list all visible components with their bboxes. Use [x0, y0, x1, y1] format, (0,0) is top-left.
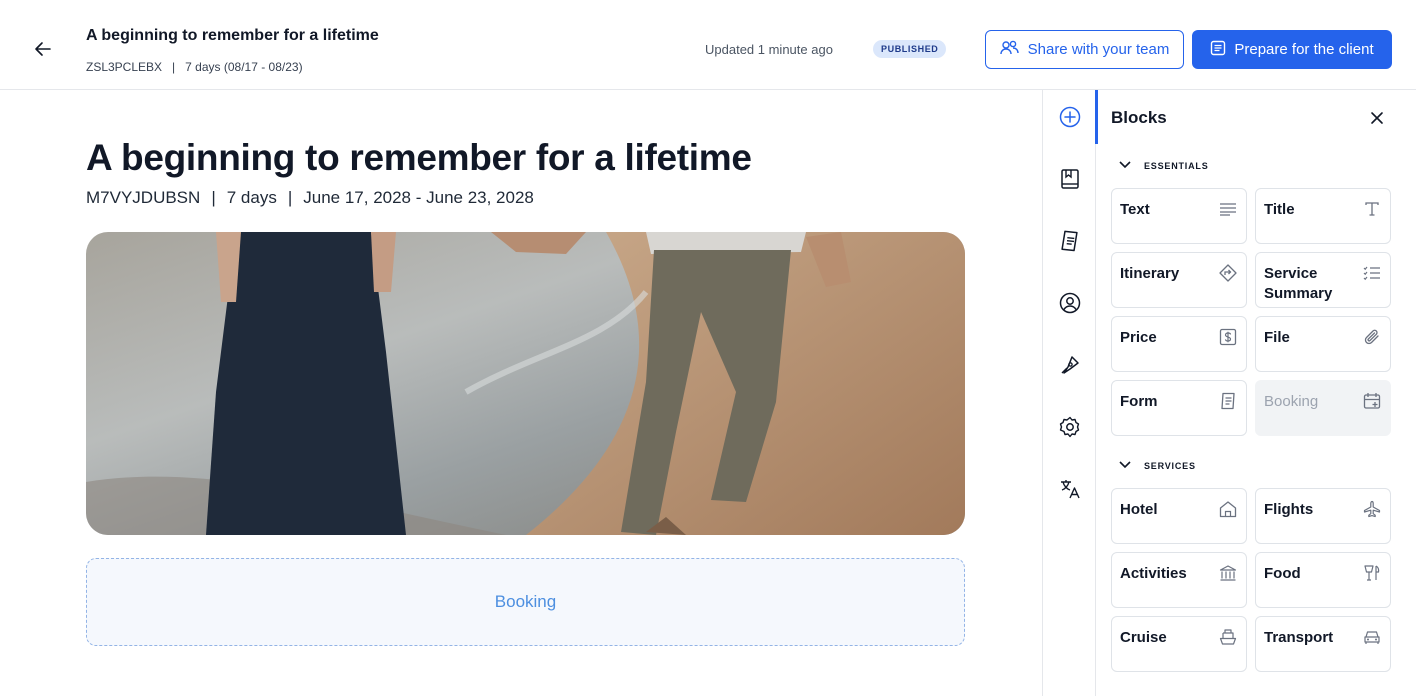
calendar-plus-icon	[1362, 391, 1382, 411]
paperclip-icon	[1362, 327, 1382, 347]
block-booking: Booking	[1255, 380, 1391, 436]
section-toggle-services[interactable]: SERVICES	[1118, 460, 1196, 472]
block-form[interactable]: Form	[1111, 380, 1247, 436]
blocks-panel-title: Blocks	[1111, 108, 1167, 127]
document-title: A beginning to remember for a lifetime	[86, 27, 379, 44]
block-label: File	[1264, 329, 1290, 346]
block-activities[interactable]: Activities	[1111, 552, 1247, 608]
block-title[interactable]: Title	[1255, 188, 1391, 244]
block-flights[interactable]: Flights	[1255, 488, 1391, 544]
rail-active-indicator	[1095, 90, 1098, 144]
add-icon[interactable]	[1057, 104, 1083, 130]
section-toggle-essentials[interactable]: ESSENTIALS	[1118, 160, 1209, 172]
hero-image[interactable]	[86, 232, 965, 535]
chevron-down-icon	[1118, 460, 1132, 472]
block-cruise[interactable]: Cruise	[1111, 616, 1247, 672]
block-label: Cruise	[1120, 629, 1167, 646]
block-label: Title	[1264, 201, 1295, 218]
block-food[interactable]: Food	[1255, 552, 1391, 608]
prepare-button-label: Prepare for the client	[1234, 41, 1374, 58]
document-icon[interactable]	[1057, 228, 1083, 254]
block-transport[interactable]: Transport	[1255, 616, 1391, 672]
text-lines-icon	[1218, 199, 1238, 219]
updated-status: Updated 1 minute ago	[705, 42, 833, 57]
block-label: Activities	[1120, 565, 1187, 582]
meta-separator: |	[211, 188, 216, 207]
status-badge: PUBLISHED	[873, 40, 947, 58]
document-code: ZSL3PCLEBX	[86, 60, 163, 74]
block-label: Price	[1120, 329, 1157, 346]
title-t-icon	[1362, 199, 1382, 219]
block-itinerary[interactable]: Itinerary	[1111, 252, 1247, 308]
block-label: Itinerary	[1120, 265, 1180, 282]
booking-drop-zone[interactable]: Booking	[86, 558, 965, 646]
tool-rail	[1042, 90, 1098, 696]
document-duration: 7 days (08/17 - 08/23)	[185, 60, 303, 74]
user-circle-icon[interactable]	[1057, 290, 1083, 316]
checklist-icon	[1362, 263, 1382, 283]
chevron-down-icon	[1118, 160, 1132, 172]
page-meta: M7VYJDUBSN | 7 days | June 17, 2028 - Ju…	[86, 188, 534, 208]
share-with-team-button[interactable]: Share with your team	[985, 30, 1184, 69]
meta-separator: |	[287, 188, 293, 207]
block-price[interactable]: Price	[1111, 316, 1247, 372]
close-icon[interactable]	[1367, 108, 1387, 128]
ship-icon	[1218, 627, 1238, 647]
museum-icon	[1218, 563, 1238, 583]
block-hotel[interactable]: Hotel	[1111, 488, 1247, 544]
prepare-for-client-button[interactable]: Prepare for the client	[1192, 30, 1392, 69]
users-icon	[999, 40, 1020, 60]
document-icon	[1210, 40, 1226, 60]
meta-separator: |	[172, 60, 176, 74]
book-icon[interactable]	[1057, 166, 1083, 192]
gear-icon[interactable]	[1057, 414, 1083, 440]
back-arrow-icon[interactable]	[30, 36, 56, 62]
block-file[interactable]: File	[1255, 316, 1391, 372]
block-label: Flights	[1264, 501, 1314, 518]
route-diamond-icon	[1218, 263, 1238, 283]
block-label: Food	[1264, 565, 1301, 582]
page-days: 7 days	[226, 188, 277, 207]
page-code: M7VYJDUBSN	[86, 188, 201, 207]
top-header: A beginning to remember for a lifetime Z…	[0, 0, 1416, 90]
block-label: Service Summary	[1264, 265, 1333, 302]
block-label: Transport	[1264, 629, 1334, 646]
block-label: Hotel	[1120, 501, 1158, 518]
dollar-box-icon	[1218, 327, 1238, 347]
hotel-icon	[1218, 499, 1238, 519]
page-dates: June 17, 2028 - June 23, 2028	[303, 188, 534, 207]
cutlery-icon	[1362, 563, 1382, 583]
translate-icon[interactable]	[1057, 476, 1083, 502]
car-icon	[1362, 627, 1382, 647]
page-title: A beginning to remember for a lifetime	[86, 137, 752, 178]
document-meta: ZSL3PCLEBX | 7 days (08/17 - 08/23)	[86, 60, 303, 74]
plane-icon	[1362, 499, 1382, 519]
block-service-summary[interactable]: Service Summary	[1255, 252, 1391, 308]
pen-icon[interactable]	[1057, 352, 1083, 378]
share-button-label: Share with your team	[1027, 41, 1170, 58]
form-icon	[1218, 391, 1238, 411]
block-text[interactable]: Text	[1111, 188, 1247, 244]
section-label: SERVICES	[1144, 461, 1196, 471]
section-label: ESSENTIALS	[1144, 161, 1209, 171]
block-label: Text	[1120, 201, 1150, 218]
block-label: Form	[1120, 393, 1158, 410]
block-label: Booking	[1264, 393, 1319, 410]
